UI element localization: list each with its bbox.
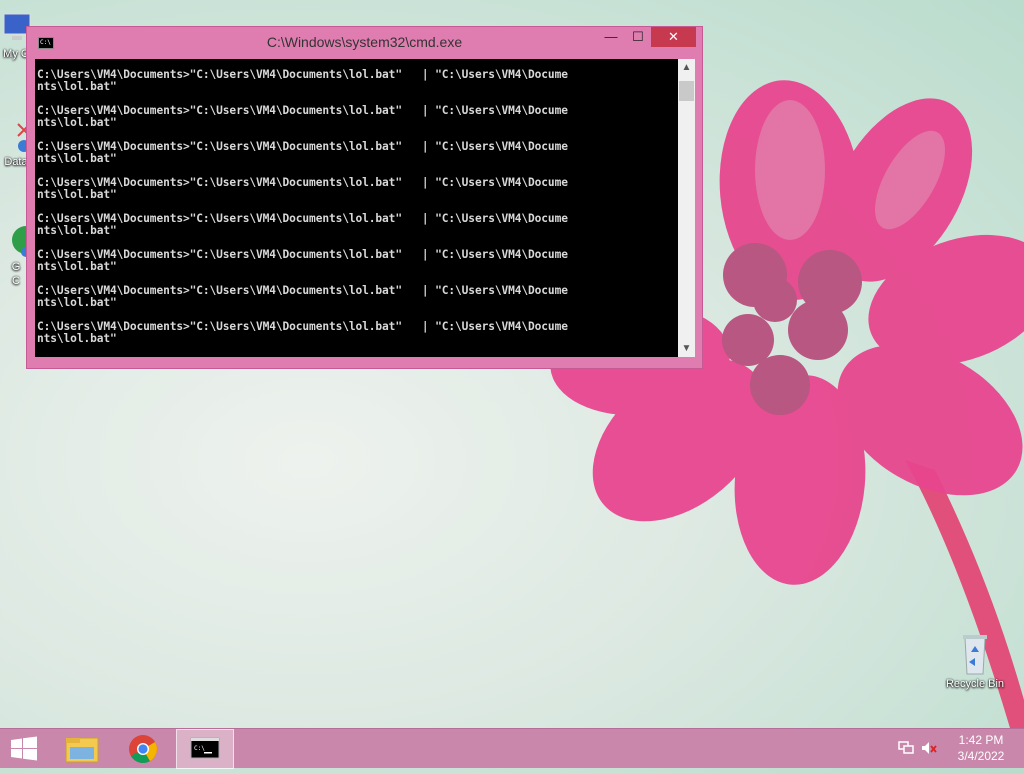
volume-muted-icon[interactable] [920, 740, 938, 756]
taskbar-chrome[interactable] [116, 729, 170, 769]
desktop-icon-recycle-bin[interactable]: Recycle Bin [939, 632, 1011, 690]
minimize-button[interactable]: — [597, 27, 625, 47]
network-icon[interactable] [897, 740, 915, 756]
windows-logo-icon [11, 736, 37, 761]
console-line: nts\lol.bat" [37, 260, 117, 273]
taskbar-cmd[interactable]: C:\ [176, 729, 234, 769]
close-button[interactable]: ✕ [651, 27, 696, 47]
console-line: nts\lol.bat" [37, 332, 117, 345]
console-entry: C:\Users\VM4\Documents>"C:\Users\VM4\Doc… [37, 177, 568, 213]
console-line: nts\lol.bat" [37, 116, 117, 129]
console-line: nts\lol.bat" [37, 296, 117, 309]
chrome-icon [129, 735, 157, 763]
taskbar-file-explorer[interactable] [56, 729, 110, 769]
maximize-button[interactable]: ☐ [625, 27, 651, 47]
clock-time: 1:42 PM [958, 733, 1004, 747]
console-output[interactable]: C:\Users\VM4\Documents>"C:\Users\VM4\Doc… [35, 59, 678, 357]
recycle-bin-icon [963, 635, 987, 675]
scroll-up-arrow-icon[interactable]: ▲ [678, 59, 695, 76]
console-entry: C:\Users\VM4\Documents>"C:\Users\VM4\Doc… [37, 141, 568, 177]
console-entry: C:\Users\VM4\Documents>"C:\Users\VM4\Doc… [37, 105, 568, 141]
taskbar-clock[interactable]: 1:42 PM 3/4/2022 [946, 732, 1016, 764]
console-entry: C:\Users\VM4\Documents>"C:\Users\VM4\Doc… [37, 69, 568, 105]
cmd-icon: C:\ [190, 737, 220, 759]
vertical-scrollbar[interactable]: ▲ ▼ [678, 59, 695, 357]
desktop-icon-label: Recycle Bin [945, 678, 1005, 690]
start-button[interactable] [0, 729, 48, 769]
console-line: nts\lol.bat" [37, 188, 117, 201]
clock-date: 3/4/2022 [957, 749, 1005, 763]
window-titlebar[interactable]: C:\ C:\Windows\system32\cmd.exe — ☐ ✕ [27, 27, 702, 58]
console-entry: C:\Users\VM4\Documents>"C:\Users\VM4\Doc… [37, 213, 568, 249]
scroll-down-arrow-icon[interactable]: ▼ [678, 340, 695, 357]
cmd-window[interactable]: C:\ C:\Windows\system32\cmd.exe — ☐ ✕ C:… [26, 26, 703, 369]
console-line: nts\lol.bat" [37, 152, 117, 165]
console-entry: C:\Users\VM4\Documents>"C:\Users\VM4\Doc… [37, 321, 568, 357]
folder-icon [65, 737, 99, 763]
console-entry: C:\Users\VM4\Documents>"C:\Users\VM4\Doc… [37, 249, 568, 285]
taskbar: C:\ [0, 728, 1024, 769]
console-line: nts\lol.bat" [37, 80, 117, 93]
scrollbar-thumb[interactable] [679, 81, 694, 101]
console-entry: C:\Users\VM4\Documents>"C:\Users\VM4\Doc… [37, 285, 568, 321]
console-line: nts\lol.bat" [37, 224, 117, 237]
svg-text:C:\: C:\ [194, 745, 205, 752]
